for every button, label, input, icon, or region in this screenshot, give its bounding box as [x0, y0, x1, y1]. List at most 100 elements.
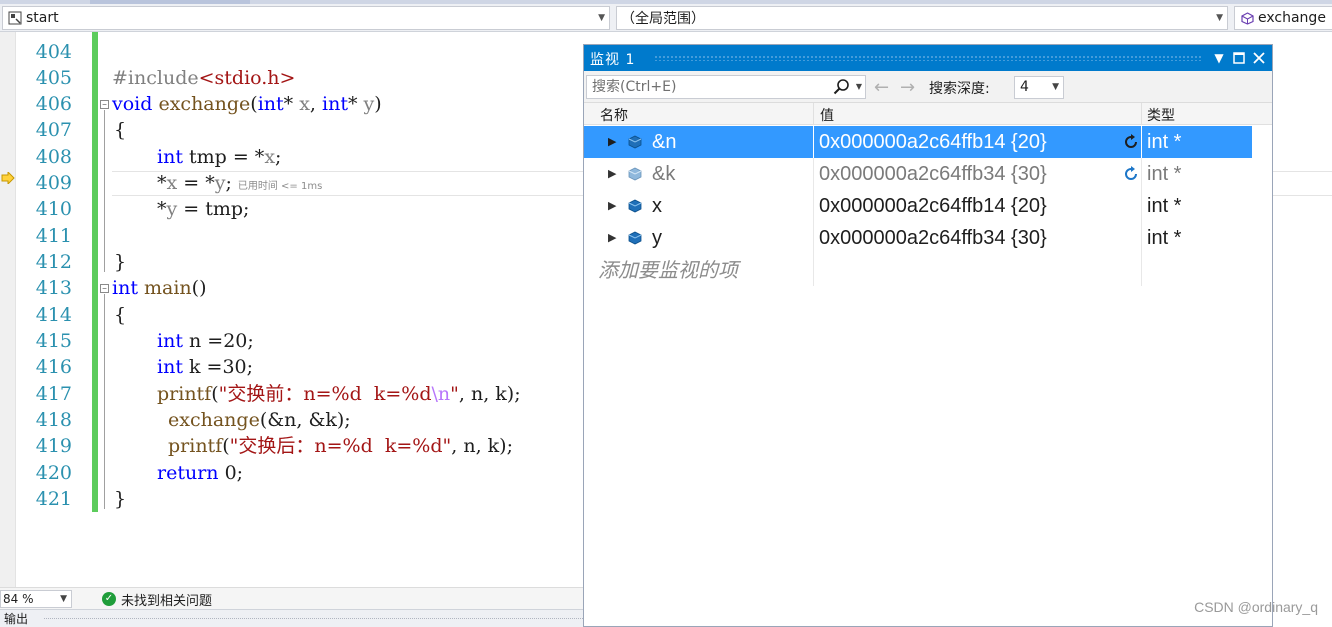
- refresh-icon[interactable]: [1122, 133, 1140, 151]
- tab-strip: [0, 0, 1332, 4]
- depth-label: 搜索深度:: [929, 81, 990, 97]
- member-combo[interactable]: exchange: [1234, 6, 1332, 30]
- code-line-410: *y = tmp;: [157, 198, 250, 220]
- project-icon: [7, 10, 23, 26]
- add-watch-row[interactable]: 添加要监视的项: [584, 254, 1252, 286]
- line-number: 419: [35, 435, 72, 457]
- watch-value[interactable]: 0x000000a2c64ffb34 {30}: [819, 222, 1047, 254]
- watch-type: int *: [1147, 131, 1182, 153]
- watch-type: int *: [1147, 195, 1182, 217]
- watch-title: 监视 1: [590, 52, 636, 68]
- watch-titlebar[interactable]: 监视 1 ▼: [584, 45, 1272, 71]
- collapse-icon[interactable]: −: [100, 100, 109, 109]
- line-number: 404: [35, 41, 72, 63]
- expand-icon[interactable]: ▶: [608, 126, 616, 158]
- watch-type: int *: [1147, 227, 1182, 249]
- search-forward-icon[interactable]: →: [900, 77, 915, 98]
- watch-row[interactable]: ▶ y 0x000000a2c64ffb34 {30} int *: [584, 222, 1252, 254]
- watch-name: y: [652, 227, 662, 249]
- watch-row[interactable]: ▶ &k 0x000000a2c64ffb34 {30} int *: [584, 158, 1252, 190]
- output-tab[interactable]: 输出: [4, 612, 28, 626]
- search-placeholder: 搜索(Ctrl+E): [592, 79, 677, 95]
- zoom-combo[interactable]: 84 % ▼: [0, 590, 72, 608]
- search-depth-combo[interactable]: 4 ▼: [1014, 76, 1064, 99]
- chevron-down-icon: ▼: [60, 594, 67, 604]
- watch-name: &n: [652, 131, 677, 153]
- search-icon[interactable]: [833, 78, 851, 96]
- watch-value[interactable]: 0x000000a2c64ffb14 {20}: [819, 126, 1047, 158]
- glyph-margin[interactable]: [0, 32, 16, 587]
- search-back-icon[interactable]: ←: [874, 77, 889, 98]
- watch-name: &k: [652, 163, 676, 185]
- depth-value: 4: [1020, 79, 1029, 95]
- code-line-407: {: [114, 119, 127, 141]
- column-value[interactable]: 值: [820, 105, 834, 125]
- cell-separator: [813, 126, 814, 158]
- code-line-416: int k =30;: [157, 356, 254, 378]
- line-number: 418: [35, 409, 72, 431]
- chevron-down-icon[interactable]: ▼: [856, 76, 862, 98]
- watch-row[interactable]: ▶ x 0x000000a2c64ffb14 {20} int *: [584, 190, 1252, 222]
- tab-highlight: [90, 0, 250, 4]
- code-line-420: return 0;: [157, 462, 244, 484]
- line-number: 420: [35, 462, 72, 484]
- editor-status-bar: 84 % ▼ ✓ 未找到相关问题: [0, 587, 585, 609]
- column-separator[interactable]: [1141, 103, 1142, 125]
- watch-column-header: 名称 值 类型: [584, 103, 1272, 125]
- column-name[interactable]: 名称: [600, 105, 628, 125]
- watch-row[interactable]: ▶ &n 0x000000a2c64ffb14 {20} int *: [584, 126, 1252, 158]
- line-number: 409: [35, 172, 72, 194]
- code-line-417: printf("交换前：n=%d k=%d\n", n, k);: [157, 383, 521, 405]
- code-line-418: exchange(&n, &k);: [168, 409, 351, 431]
- chevron-down-icon: ▼: [598, 13, 605, 23]
- column-type[interactable]: 类型: [1147, 105, 1175, 125]
- refresh-icon[interactable]: [1122, 165, 1140, 183]
- watch-value[interactable]: 0x000000a2c64ffb14 {20}: [819, 190, 1047, 222]
- expand-icon[interactable]: ▶: [608, 158, 616, 190]
- expand-icon[interactable]: ▶: [608, 190, 616, 222]
- scope-combo[interactable]: （全局范围） ▼: [616, 6, 1228, 30]
- instruction-pointer-icon: [1, 172, 15, 184]
- cell-separator: [813, 254, 814, 286]
- panel-grip: [44, 618, 585, 619]
- maximize-icon[interactable]: [1230, 49, 1248, 67]
- scope-combo-label: （全局范围）: [621, 11, 705, 27]
- output-panel-header: 输出: [0, 609, 585, 627]
- variable-icon: [628, 199, 642, 213]
- add-watch-placeholder[interactable]: 添加要监视的项: [598, 254, 738, 286]
- code-editor[interactable]: − − #include<stdio.h> void exchange(int*…: [100, 32, 585, 587]
- project-combo[interactable]: start ▼: [2, 6, 610, 30]
- perf-tip: 已用时间 <= 1ms: [237, 181, 323, 192]
- line-number: 407: [35, 119, 72, 141]
- line-number: 415: [35, 330, 72, 352]
- window-menu-icon[interactable]: ▼: [1210, 49, 1228, 67]
- line-number: 413: [35, 277, 72, 299]
- column-separator[interactable]: [813, 103, 814, 125]
- watch-value[interactable]: 0x000000a2c64ffb34 {30}: [819, 158, 1047, 190]
- issues-indicator[interactable]: ✓ 未找到相关问题: [102, 590, 212, 609]
- line-number: 416: [35, 356, 72, 378]
- method-icon: [1239, 10, 1255, 26]
- code-line-405: #include<stdio.h>: [112, 67, 296, 89]
- member-combo-label: exchange: [1258, 10, 1326, 26]
- change-tracking-bar: [92, 32, 98, 512]
- line-number: 408: [35, 146, 72, 168]
- cell-separator: [1141, 190, 1142, 222]
- chevron-down-icon: ▼: [1052, 82, 1059, 92]
- line-number: 414: [35, 304, 72, 326]
- cell-separator: [1141, 254, 1142, 286]
- cell-separator: [813, 222, 814, 254]
- collapse-icon[interactable]: −: [100, 284, 109, 293]
- close-icon[interactable]: [1250, 49, 1268, 67]
- navigation-bar: start ▼ （全局范围） ▼ exchange: [0, 0, 1332, 32]
- search-input[interactable]: 搜索(Ctrl+E) ▼: [586, 75, 866, 99]
- code-line-419: printf("交换后：n=%d k=%d", n, k);: [168, 435, 513, 457]
- cell-separator: [813, 158, 814, 190]
- line-numbers: 404 405 406 407 408 409 410 411 412 413 …: [16, 32, 82, 587]
- watch-window: 监视 1 ▼ 搜索(Ctrl+E) ▼ ← → 搜索深度: 4 ▼ 名称 值 类…: [583, 44, 1273, 627]
- code-line-413: int main(): [112, 277, 207, 299]
- zoom-level: 84 %: [3, 592, 34, 606]
- expand-icon[interactable]: ▶: [608, 222, 616, 254]
- check-icon: ✓: [102, 592, 116, 606]
- cell-separator: [1141, 158, 1142, 190]
